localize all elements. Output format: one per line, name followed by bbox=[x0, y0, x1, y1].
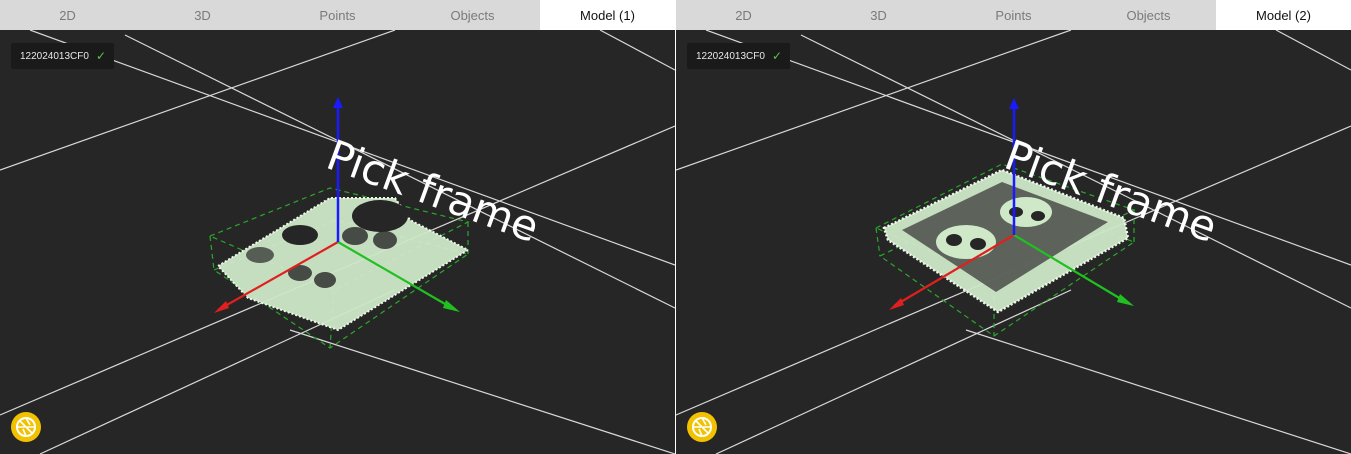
serial-number: 122024013CF0 bbox=[20, 50, 89, 62]
tab-objects[interactable]: Objects bbox=[1081, 0, 1216, 30]
serial-number: 122024013CF0 bbox=[696, 50, 765, 62]
app: 2D 3D Points Objects Model (1) Pick fram… bbox=[0, 0, 1351, 454]
tab-2d[interactable]: 2D bbox=[676, 0, 811, 30]
camera-serial-badge: 122024013CF0 ✓ bbox=[11, 43, 115, 69]
3d-viewport[interactable]: Pick frame bbox=[0, 30, 675, 454]
shutter-icon bbox=[16, 417, 36, 437]
camera-serial-badge: 122024013CF0 ✓ bbox=[687, 43, 791, 69]
scene-canvas[interactable] bbox=[0, 30, 675, 454]
tab-bar: 2D 3D Points Objects Model (2) bbox=[676, 0, 1351, 30]
tab-model[interactable]: Model (1) bbox=[540, 0, 675, 30]
tab-points[interactable]: Points bbox=[946, 0, 1081, 30]
capture-button[interactable] bbox=[11, 412, 41, 442]
tab-objects[interactable]: Objects bbox=[405, 0, 540, 30]
tab-points[interactable]: Points bbox=[270, 0, 405, 30]
viewer-pane-1: 2D 3D Points Objects Model (1) Pick fram… bbox=[0, 0, 675, 454]
shutter-icon bbox=[692, 417, 712, 437]
viewer-pane-2: 2D 3D Points Objects Model (2) Pick fram… bbox=[676, 0, 1351, 454]
tab-model[interactable]: Model (2) bbox=[1216, 0, 1351, 30]
tab-2d[interactable]: 2D bbox=[0, 0, 135, 30]
3d-viewport[interactable]: Pick frame bbox=[676, 30, 1351, 454]
tab-3d[interactable]: 3D bbox=[135, 0, 270, 30]
tab-bar: 2D 3D Points Objects Model (1) bbox=[0, 0, 675, 30]
checkmark-icon: ✓ bbox=[95, 49, 107, 63]
scene-canvas[interactable] bbox=[676, 30, 1351, 454]
capture-button[interactable] bbox=[687, 412, 717, 442]
checkmark-icon: ✓ bbox=[771, 49, 783, 63]
tab-3d[interactable]: 3D bbox=[811, 0, 946, 30]
